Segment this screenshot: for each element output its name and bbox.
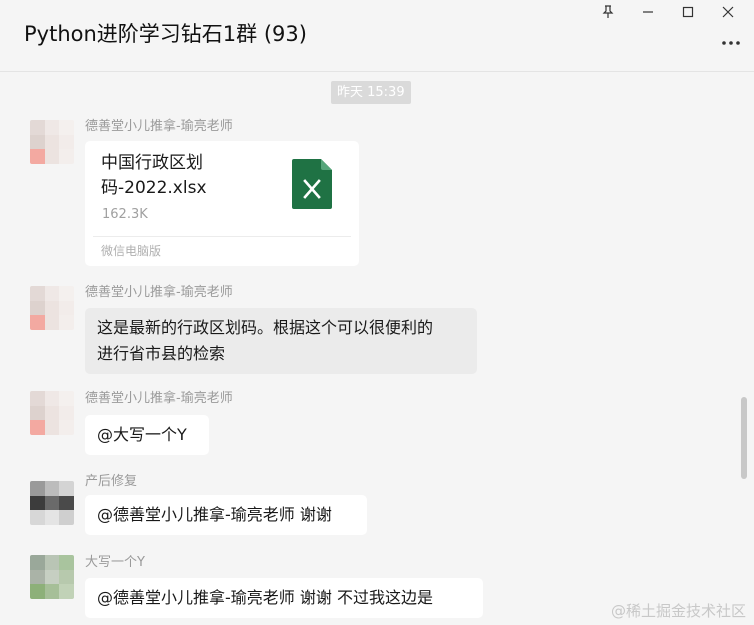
minimize-icon[interactable] — [628, 2, 668, 22]
sender-name: 德善堂小儿推拿-瑜亮老师 — [85, 119, 233, 134]
message-text: 进行省市县的检索 — [97, 344, 226, 363]
sender-name: 德善堂小儿推拿-瑜亮老师 — [85, 391, 233, 406]
file-size: 162.3K — [102, 207, 148, 222]
text-message-bubble[interactable]: 这是最新的行政区划码。根据这个可以很便利的 进行省市县的检索 — [85, 308, 477, 374]
pin-icon[interactable] — [588, 2, 628, 22]
more-icon[interactable] — [720, 33, 742, 53]
avatar[interactable] — [30, 481, 74, 525]
avatar[interactable] — [30, 391, 74, 435]
message-text: @德善堂小儿推拿-瑜亮老师 谢谢 不过我这边是 — [97, 588, 433, 607]
message-timestamp: 昨天 15:39 — [331, 81, 411, 104]
text-message-bubble[interactable]: @德善堂小儿推拿-瑜亮老师 谢谢 不过我这边是 — [85, 578, 483, 618]
chat-message-list[interactable]: 昨天 15:39 德善堂小儿推拿-瑜亮老师 中国行政区划 码-2022.xlsx… — [0, 73, 754, 625]
message-text: @德善堂小儿推拿-瑜亮老师 谢谢 — [97, 505, 332, 524]
file-name-line: 中国行政区划 — [101, 153, 203, 173]
sender-name: 德善堂小儿推拿-瑜亮老师 — [85, 285, 233, 300]
divider — [93, 236, 351, 237]
text-message-bubble[interactable]: @大写一个Y — [85, 415, 209, 455]
avatar[interactable] — [30, 286, 74, 330]
file-source: 微信电脑版 — [101, 244, 162, 258]
sender-name: 产后修复 — [85, 474, 138, 489]
sender-name: 大写一个Y — [85, 555, 145, 570]
text-message-bubble[interactable]: @德善堂小儿推拿-瑜亮老师 谢谢 — [85, 495, 367, 535]
message-text: 这是最新的行政区划码。根据这个可以很便利的 — [97, 318, 434, 337]
title-bar: Python进阶学习钻石1群 (93) — [0, 0, 754, 72]
avatar[interactable] — [30, 120, 74, 164]
scrollbar-thumb[interactable] — [741, 397, 747, 479]
window-controls — [588, 2, 748, 22]
excel-file-icon — [292, 159, 332, 209]
file-name: 中国行政区划 码-2022.xlsx — [101, 151, 261, 201]
close-icon[interactable] — [708, 2, 748, 22]
chat-title: Python进阶学习钻石1群 (93) — [24, 22, 307, 46]
maximize-icon[interactable] — [668, 2, 708, 22]
file-name-line: 码-2022.xlsx — [101, 178, 207, 198]
file-message-card[interactable]: 中国行政区划 码-2022.xlsx 162.3K 微信电脑版 — [85, 141, 359, 266]
watermark: @稀土掘金技术社区 — [610, 602, 746, 620]
avatar[interactable] — [30, 555, 74, 599]
message-text: @大写一个Y — [97, 425, 187, 444]
